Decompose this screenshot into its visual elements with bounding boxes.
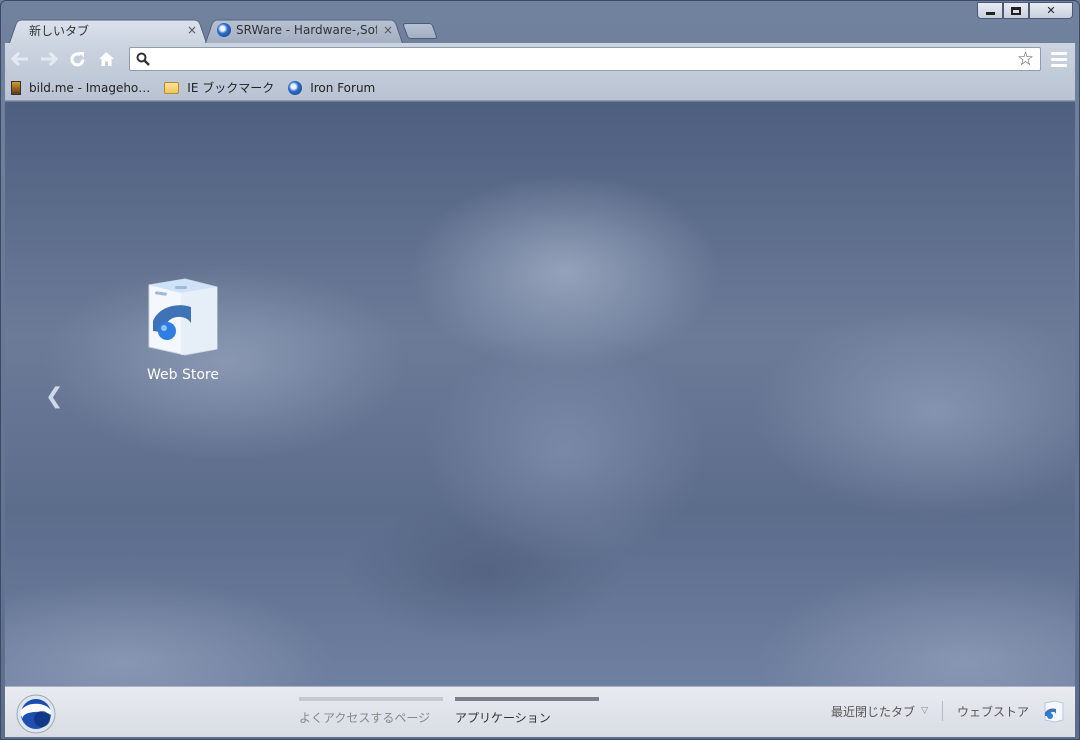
recently-closed-label: 最近閉じたタブ [831, 704, 916, 719]
browser-window: ✕ 新しいタブ × SRWare - Hardware-,Soft × ☆ bi… [0, 0, 1080, 740]
page-label: よくアクセスするページ [299, 711, 431, 725]
bookmark-bildme[interactable]: bild.me - Imageho… [11, 80, 151, 95]
tab-strip: 新しいタブ × SRWare - Hardware-,Soft × [1, 17, 1079, 43]
bookmark-label: Iron Forum [310, 80, 376, 95]
bookmark-folder-ie[interactable]: IE ブックマーク [164, 79, 274, 96]
tab-label: SRWare - Hardware-,Soft [236, 23, 377, 37]
footer-bar: よくアクセスするページ アプリケーション 最近閉じたタブ ▽ ウェブストア [5, 686, 1075, 737]
omnibox-input[interactable] [156, 49, 1017, 69]
tab-applications[interactable]: アプリケーション [455, 697, 599, 726]
iron-icon [288, 80, 303, 95]
tab-srware[interactable]: SRWare - Hardware-,Soft × [205, 17, 403, 43]
reload-button[interactable] [63, 45, 92, 73]
bookmark-bar: bild.me - Imageho… IE ブックマーク Iron Forum [5, 75, 1075, 101]
toolbar: ☆ [5, 43, 1075, 75]
maximize-icon [1011, 6, 1021, 15]
search-icon [136, 52, 150, 66]
app-web-store[interactable]: Web Store [133, 277, 233, 383]
page-indicator-bar [299, 697, 443, 701]
forward-arrow-icon [40, 52, 58, 66]
chevron-down-icon: ▽ [921, 706, 928, 716]
minimize-icon [985, 12, 995, 15]
omnibox[interactable]: ☆ [129, 47, 1041, 71]
web-store-icon [148, 278, 218, 356]
reload-icon [70, 51, 85, 66]
star-icon[interactable]: ☆ [1017, 49, 1034, 69]
bookmark-label: IE ブックマーク [187, 81, 275, 95]
close-icon: ✕ [1046, 4, 1056, 17]
home-icon [99, 52, 114, 66]
iron-logo-icon[interactable] [15, 693, 57, 735]
tab-label: 新しいタブ [29, 23, 90, 38]
forward-button[interactable] [34, 45, 63, 73]
iron-icon [217, 23, 231, 37]
page-icon [11, 80, 21, 95]
previous-page-arrow-icon[interactable]: ❮ [45, 384, 63, 409]
footer-right: 最近閉じたタブ ▽ ウェブストア [831, 699, 1065, 723]
page-indicator-bar [455, 697, 599, 701]
bookmark-label: bild.me - Imageho… [29, 80, 151, 95]
tab-most-visited[interactable]: よくアクセスするページ [299, 697, 443, 726]
web-store-small-icon [1044, 700, 1064, 723]
folder-icon [164, 81, 180, 94]
tab-new-tab[interactable]: 新しいタブ × [9, 17, 207, 43]
tab-close-icon[interactable]: × [187, 23, 197, 37]
web-store-link[interactable]: ウェブストア [957, 699, 1065, 723]
recently-closed-menu[interactable]: 最近閉じたタブ ▽ [831, 703, 928, 720]
web-store-label: ウェブストア [956, 704, 1029, 719]
tab-close-icon[interactable]: × [383, 23, 393, 37]
app-label: Web Store [147, 367, 219, 383]
back-arrow-icon [10, 52, 28, 66]
footer-divider [941, 701, 943, 721]
bookmark-iron-forum[interactable]: Iron Forum [288, 80, 376, 95]
back-button[interactable] [5, 45, 34, 73]
new-tab-button[interactable] [402, 23, 438, 39]
new-tab-page: Web Store ❮ [5, 102, 1075, 686]
home-button[interactable] [92, 45, 121, 73]
page-label: アプリケーション [455, 711, 551, 725]
menu-icon[interactable] [1051, 51, 1067, 67]
